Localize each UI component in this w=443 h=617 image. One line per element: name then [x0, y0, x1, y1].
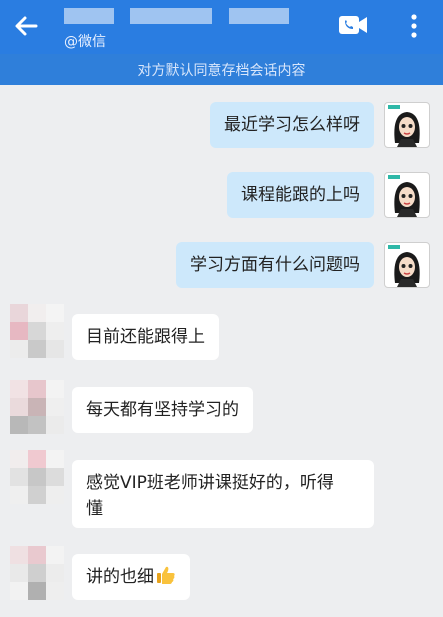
message-text: 目前还能跟得上 — [86, 327, 205, 347]
message-text: 每天都有坚持学习的 — [86, 400, 239, 420]
contact-avatar-pixelated[interactable] — [10, 380, 64, 434]
my-message-bubble[interactable]: 最近学习怎么样呀 — [210, 102, 374, 148]
my-avatar[interactable] — [384, 172, 430, 218]
contact-message-bubble[interactable]: 讲的也细 — [72, 554, 190, 600]
top-bar: @微信 — [0, 0, 443, 54]
cartoon-girl-avatar-icon — [388, 245, 420, 287]
contact-source: @微信 — [64, 34, 106, 50]
contact-avatar-pixelated[interactable] — [10, 546, 64, 600]
contact-message-bubble[interactable]: 目前还能跟得上 — [72, 314, 219, 360]
my-message-bubble[interactable]: 学习方面有什么问题吗 — [176, 242, 374, 288]
message-text: 最近学习怎么样呀 — [224, 115, 360, 135]
cartoon-girl-avatar-icon — [388, 105, 420, 147]
my-message-bubble[interactable]: 课程能跟的上吗 — [227, 172, 374, 218]
contact-avatar-pixelated[interactable] — [10, 304, 64, 358]
my-avatar[interactable] — [384, 102, 430, 148]
cartoon-girl-avatar-icon — [388, 175, 420, 217]
contact-avatar-pixelated[interactable] — [10, 450, 64, 504]
message-text: 课程能跟的上吗 — [241, 185, 360, 205]
thumbs-up-emoji-icon — [157, 566, 175, 584]
message-text-line: 懂 — [86, 499, 103, 519]
contact-message-bubble[interactable]: 每天都有坚持学习的 — [72, 387, 253, 433]
message-text: 学习方面有什么问题吗 — [190, 255, 360, 275]
more-options-icon[interactable] — [404, 12, 424, 40]
video-call-icon[interactable] — [338, 14, 368, 36]
message-text: 讲的也细 — [86, 567, 154, 587]
contact-message-bubble[interactable]: 感觉VIP班老师讲课挺好的，听得 懂 — [72, 460, 374, 528]
message-text-line: 感觉VIP班老师讲课挺好的，听得 — [86, 473, 334, 493]
my-avatar[interactable] — [384, 242, 430, 288]
back-arrow-icon[interactable] — [12, 12, 40, 40]
archive-notice: 对方默认同意存档会话内容 — [0, 54, 443, 85]
